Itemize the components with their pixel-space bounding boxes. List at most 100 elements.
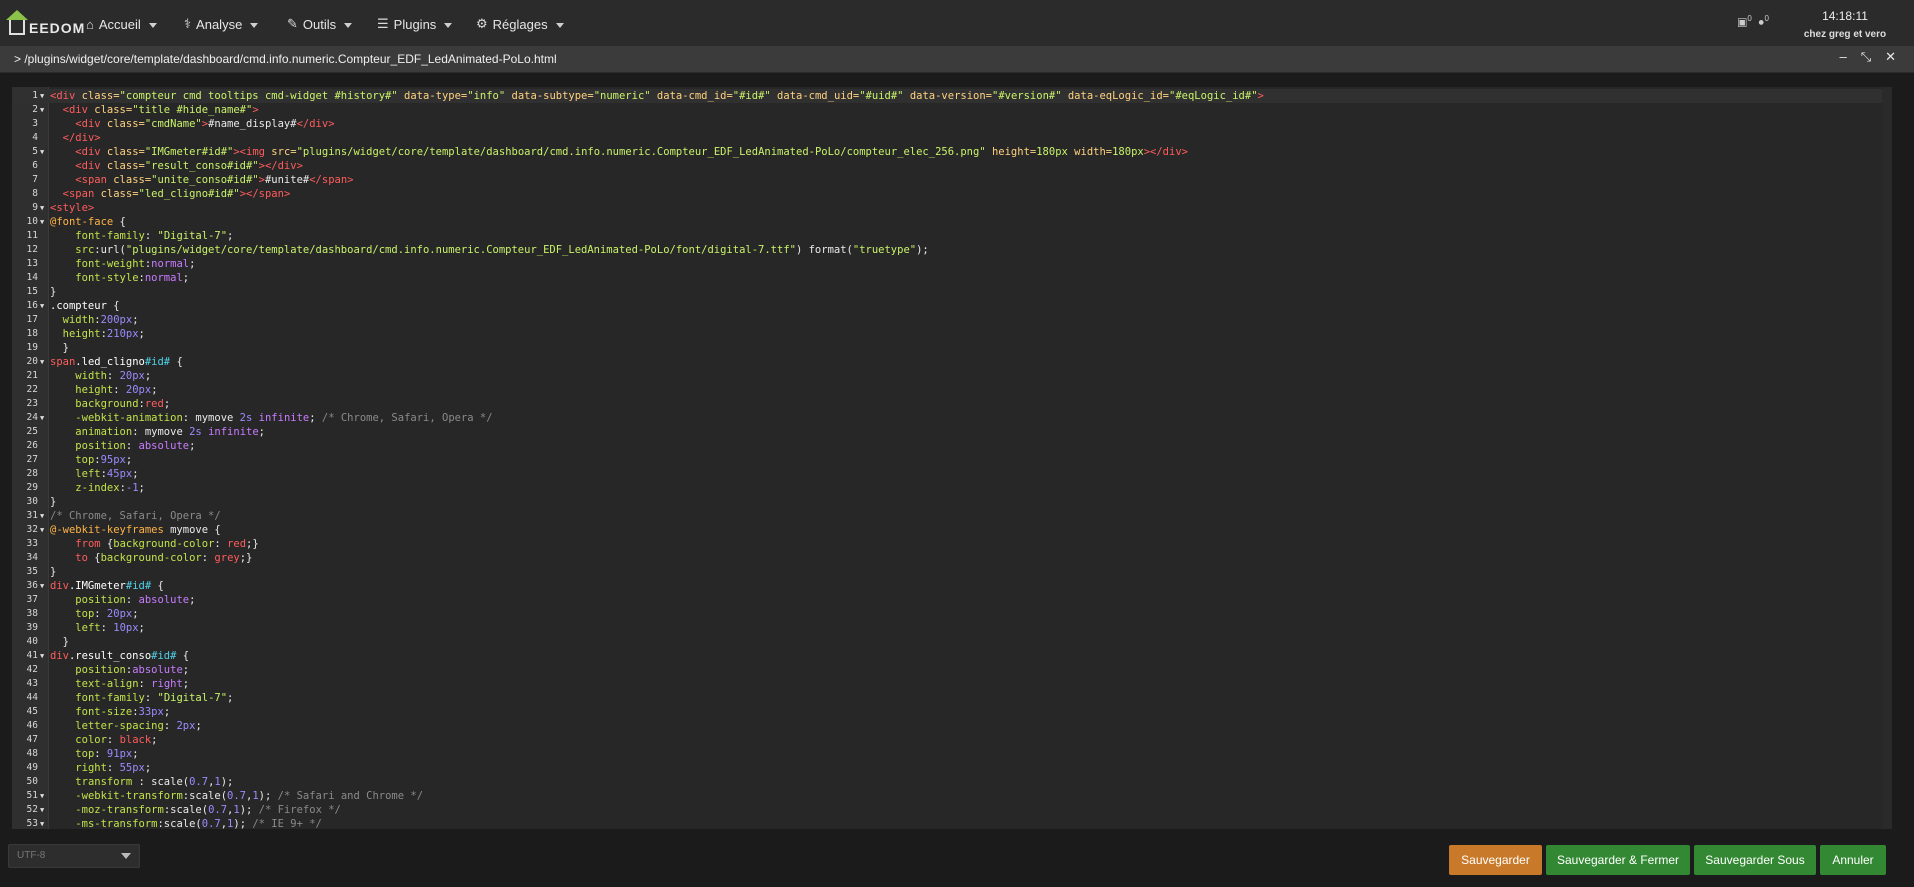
code-line[interactable]: 25 animation: mymove 2s infinite; <box>12 425 1892 439</box>
code-line[interactable]: 12 src:url("plugins/widget/core/template… <box>12 243 1892 257</box>
code-line[interactable]: 14 font-style:normal; <box>12 271 1892 285</box>
jeedom-logo[interactable]: EEDOM <box>6 7 85 39</box>
code-line[interactable]: 22 height: 20px; <box>12 383 1892 397</box>
fold-toggle-icon[interactable]: ▼ <box>40 789 44 803</box>
code-line[interactable]: 1 ▼ <div class="compteur cmd tooltips cmd-… <box>12 89 1892 103</box>
minimize-icon[interactable]: – <box>1839 49 1846 65</box>
code-line[interactable]: 43 text-align: right; <box>12 677 1892 691</box>
code-line[interactable]: 47 color: black; <box>12 733 1892 747</box>
nav-analyse[interactable]: ⚕ Analyse <box>184 14 259 34</box>
code-line[interactable]: 39 left: 10px; <box>12 621 1892 635</box>
code-line[interactable]: 45 font-size:33px; <box>12 705 1892 719</box>
code-line[interactable]: 37 position: absolute; <box>12 593 1892 607</box>
gear-icon: ⚙ <box>476 16 488 31</box>
code-line[interactable]: 11 font-family: "Digital-7"; <box>12 229 1892 243</box>
code-lines[interactable]: 1 ▼ <div class="compteur cmd tooltips cmd-… <box>12 89 1892 829</box>
code-line[interactable]: 50 transform : scale(0.7,1); <box>12 775 1892 789</box>
code-line[interactable]: 5 ▼ <div class="IMGmeter#id#"><img src="p… <box>12 145 1892 159</box>
save-as-button[interactable]: Sauvegarder Sous <box>1694 845 1816 875</box>
code-line[interactable]: 32 ▼ @-webkit-keyframes mymove { <box>12 523 1892 537</box>
nav-reglages[interactable]: ⚙ Réglages <box>476 14 564 34</box>
line-number: 16 <box>26 300 38 311</box>
code-editor[interactable]: 1 ▼ <div class="compteur cmd tooltips cmd-… <box>12 87 1892 829</box>
fold-toggle-icon[interactable]: ▼ <box>40 201 44 215</box>
code-line[interactable]: 44 font-family: "Digital-7"; <box>12 691 1892 705</box>
code-line[interactable]: 7 <span class="unite_conso#id#">#unite#<… <box>12 173 1892 187</box>
chevron-down-icon <box>121 853 131 859</box>
code-line[interactable]: 40 } <box>12 635 1892 649</box>
code-line[interactable]: 15} <box>12 285 1892 299</box>
fold-toggle-icon[interactable]: ▼ <box>40 817 44 829</box>
editor-footer: UTF-8 Sauvegarder Sauvegarder & Fermer S… <box>0 837 1914 887</box>
code-line[interactable]: 4 </div> <box>12 131 1892 145</box>
close-icon[interactable]: ✕ <box>1885 49 1896 65</box>
code-line[interactable]: 36 ▼ div.IMGmeter#id# { <box>12 579 1892 593</box>
code-line[interactable]: 3 <div class="cmdName">#name_display#</d… <box>12 117 1892 131</box>
code-line[interactable]: 23 background:red; <box>12 397 1892 411</box>
fold-toggle-icon[interactable]: ▼ <box>40 649 44 663</box>
line-number: 23 <box>26 398 38 409</box>
code-line[interactable]: 10 ▼ @font-face { <box>12 215 1892 229</box>
vertical-scrollbar[interactable] <box>1882 87 1892 829</box>
fold-toggle-icon[interactable]: ▼ <box>40 103 44 117</box>
code-line[interactable]: 42 position:absolute; <box>12 663 1892 677</box>
fold-toggle-icon[interactable]: ▼ <box>40 509 44 523</box>
code-line[interactable]: 48 top: 91px; <box>12 747 1892 761</box>
code-line[interactable]: 26 position: absolute; <box>12 439 1892 453</box>
fold-toggle-icon[interactable]: ▼ <box>40 299 44 313</box>
save-close-button[interactable]: Sauvegarder & Fermer <box>1546 845 1690 875</box>
cancel-button[interactable]: Annuler <box>1820 845 1886 875</box>
code-line[interactable]: 28 left:45px; <box>12 467 1892 481</box>
code-line[interactable]: 2 ▼ <div class="title #hide_name#"> <box>12 103 1892 117</box>
code-line[interactable]: 24 ▼ -webkit-animation: mymove 2s infinit… <box>12 411 1892 425</box>
code-line[interactable]: 33 from {background-color: red;} <box>12 537 1892 551</box>
fold-toggle-icon[interactable]: ▼ <box>40 355 44 369</box>
code-line[interactable]: 35} <box>12 565 1892 579</box>
fold-toggle-icon[interactable]: ▼ <box>40 215 44 229</box>
code-line[interactable]: 34 to {background-color: grey;} <box>12 551 1892 565</box>
house-logo-icon <box>6 10 28 36</box>
code-line[interactable]: 46 letter-spacing: 2px; <box>12 719 1892 733</box>
code-line[interactable]: 29 z-index:-1; <box>12 481 1892 495</box>
code-line[interactable]: 19 } <box>12 341 1892 355</box>
fold-toggle-icon[interactable]: ▼ <box>40 803 44 817</box>
code-line[interactable]: 9 ▼ <style> <box>12 201 1892 215</box>
nav-accueil[interactable]: ⌂ Accueil <box>86 14 157 34</box>
code-line[interactable]: 17 width:200px; <box>12 313 1892 327</box>
code-line[interactable]: 41 ▼ div.result_conso#id# { <box>12 649 1892 663</box>
nav-plugins[interactable]: ☰ Plugins <box>377 14 453 34</box>
code-line[interactable]: 8 <span class="led_cligno#id#"></span> <box>12 187 1892 201</box>
code-line[interactable]: 53 ▼ -ms-transform:scale(0.7,1); /* IE 9+… <box>12 817 1892 829</box>
devices-status[interactable]: ▣0 <box>1737 14 1752 29</box>
code-line[interactable]: 31 ▼ /* Chrome, Safari, Opera */ <box>12 509 1892 523</box>
save-button[interactable]: Sauvegarder <box>1449 845 1542 875</box>
line-code: <div class="IMGmeter#id#"><img src="plug… <box>75 146 1188 158</box>
fold-toggle-icon[interactable]: ▼ <box>40 89 44 103</box>
nav-outils[interactable]: ✎ Outils <box>287 14 353 34</box>
fold-toggle-icon[interactable]: ▼ <box>40 411 44 425</box>
code-line[interactable]: 27 top:95px; <box>12 453 1892 467</box>
line-number: 2 <box>32 104 38 115</box>
code-line[interactable]: 20 ▼ span.led_cligno#id# { <box>12 355 1892 369</box>
code-line[interactable]: 49 right: 55px; <box>12 761 1892 775</box>
code-line[interactable]: 38 top: 20px; <box>12 607 1892 621</box>
line-number: 20 <box>26 356 38 367</box>
code-line[interactable]: 30} <box>12 495 1892 509</box>
fold-toggle-icon[interactable]: ▼ <box>40 579 44 593</box>
code-line[interactable]: 6 <div class="result_conso#id#"></div> <box>12 159 1892 173</box>
code-line[interactable]: 16 ▼ .compteur { <box>12 299 1892 313</box>
restore-icon[interactable]: ⤡ <box>1861 49 1871 65</box>
code-line[interactable]: 13 font-weight:normal; <box>12 257 1892 271</box>
code-line[interactable]: 21 width: 20px; <box>12 369 1892 383</box>
code-line[interactable]: 18 height:210px; <box>12 327 1892 341</box>
alerts-status[interactable]: ●0 <box>1758 14 1769 29</box>
line-number: 42 <box>26 664 38 675</box>
code-line[interactable]: 51 ▼ -webkit-transform:scale(0.7,1); /* S… <box>12 789 1892 803</box>
user-name[interactable]: chez greg et vero <box>1800 29 1890 40</box>
fold-toggle-icon[interactable]: ▼ <box>40 523 44 537</box>
code-line[interactable]: 52 ▼ -moz-transform:scale(0.7,1); /* Fire… <box>12 803 1892 817</box>
fold-toggle-icon[interactable]: ▼ <box>40 145 44 159</box>
line-code: position: absolute; <box>75 440 196 452</box>
line-code: animation: mymove 2s infinite; <box>75 426 265 438</box>
encoding-select[interactable]: UTF-8 <box>8 844 140 868</box>
